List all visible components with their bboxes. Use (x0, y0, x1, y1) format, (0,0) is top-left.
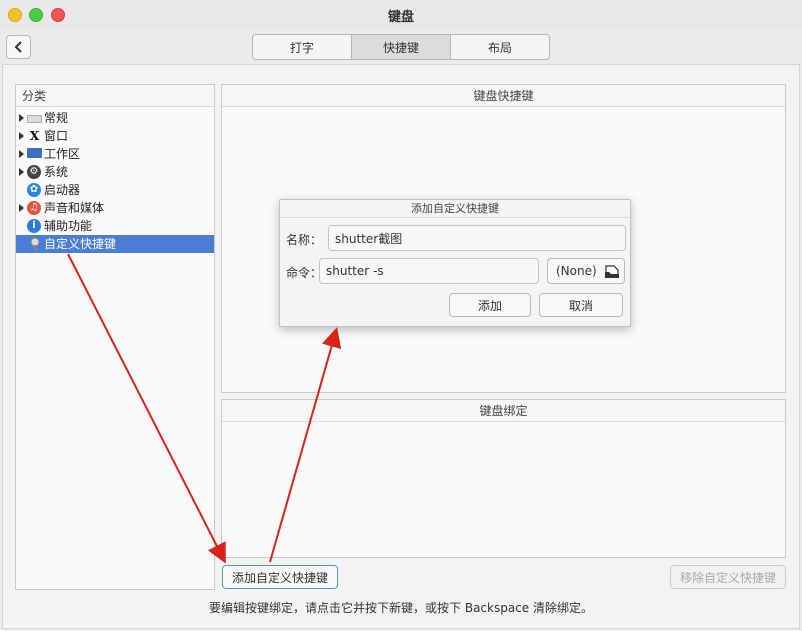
dialog-title: 添加自定义快捷键 (280, 200, 630, 218)
category-item-launcher[interactable]: ✿ 启动器 (16, 181, 214, 199)
expander-arrow-icon[interactable] (19, 150, 24, 158)
name-label: 名称： (286, 233, 323, 247)
keyboard-icon (27, 115, 42, 123)
category-header: 分类 (16, 85, 214, 107)
tab-bar: 打字 快捷键 布局 (252, 34, 550, 60)
dialog-add-button[interactable]: 添加 (449, 293, 531, 317)
accessibility-icon: i (27, 219, 41, 233)
category-item-system[interactable]: ⚙ 系统 (16, 163, 214, 181)
category-label: 常规 (44, 111, 69, 125)
system-gear-icon: ⚙ (27, 165, 41, 179)
category-label: 声音和媒体 (44, 201, 105, 215)
expander-arrow-icon[interactable] (19, 204, 24, 212)
category-item-general[interactable]: 常规 (16, 109, 214, 127)
category-label: 系统 (44, 165, 69, 179)
file-open-icon (605, 265, 619, 278)
category-label: 辅助功能 (44, 219, 93, 233)
dialog-cancel-button[interactable]: 取消 (539, 293, 623, 317)
file-chooser-label: (None) (556, 264, 597, 278)
window-x-icon: X (29, 129, 40, 143)
title-bar: 键盘 (0, 0, 802, 30)
expander-arrow-icon[interactable] (19, 114, 24, 122)
remove-custom-shortcut-button[interactable]: 移除自定义快捷键 (670, 565, 786, 589)
workspace-monitor-icon (27, 148, 42, 158)
category-item-window[interactable]: X 窗口 (16, 127, 214, 145)
file-chooser-button[interactable]: (None) (547, 258, 625, 284)
chevron-left-icon (14, 41, 22, 53)
command-field[interactable]: shutter -s (319, 258, 539, 284)
expander-arrow-icon[interactable] (19, 132, 24, 140)
launcher-icon: ✿ (27, 183, 41, 197)
tab-typing[interactable]: 打字 (253, 35, 352, 59)
add-custom-shortcut-dialog: 添加自定义快捷键 名称： shutter截图 命令： shutter -s (N… (279, 199, 631, 327)
category-label: 工作区 (44, 147, 81, 161)
add-custom-shortcut-button[interactable]: 添加自定义快捷键 (222, 565, 338, 589)
tab-shortcuts[interactable]: 快捷键 (352, 35, 451, 59)
category-panel: 分类 常规 X 窗口 工作区 ⚙ 系统 ✿ 启动器 ♫ 声音和媒体 i 辅助功能… (15, 84, 215, 590)
category-label: 窗口 (44, 129, 69, 143)
category-item-sound-media[interactable]: ♫ 声音和媒体 (16, 199, 214, 217)
music-note-icon: ♫ (27, 201, 41, 215)
back-button[interactable] (6, 35, 31, 59)
category-item-custom-shortcuts[interactable]: 自定义快捷键 (16, 235, 214, 253)
tab-layout[interactable]: 布局 (451, 35, 549, 59)
command-label: 命令： (286, 266, 323, 280)
category-item-workspace[interactable]: 工作区 (16, 145, 214, 163)
category-label: 启动器 (44, 183, 81, 197)
window-title: 键盘 (387, 10, 414, 25)
expander-arrow-icon[interactable] (19, 168, 24, 176)
category-label: 自定义快捷键 (44, 237, 117, 251)
bindings-header: 键盘绑定 (222, 400, 785, 422)
bindings-panel: 键盘绑定 (221, 399, 786, 558)
shortcuts-header: 键盘快捷键 (222, 85, 785, 107)
hint-text: 要编辑按键绑定，请点击它并按下新键，或按下 Backspace 清除绑定。 (209, 601, 593, 615)
category-list: 常规 X 窗口 工作区 ⚙ 系统 ✿ 启动器 ♫ 声音和媒体 i 辅助功能 自定… (16, 107, 214, 253)
custom-shortcut-icon (27, 237, 42, 251)
category-item-accessibility[interactable]: i 辅助功能 (16, 217, 214, 235)
name-field[interactable]: shutter截图 (328, 225, 626, 251)
